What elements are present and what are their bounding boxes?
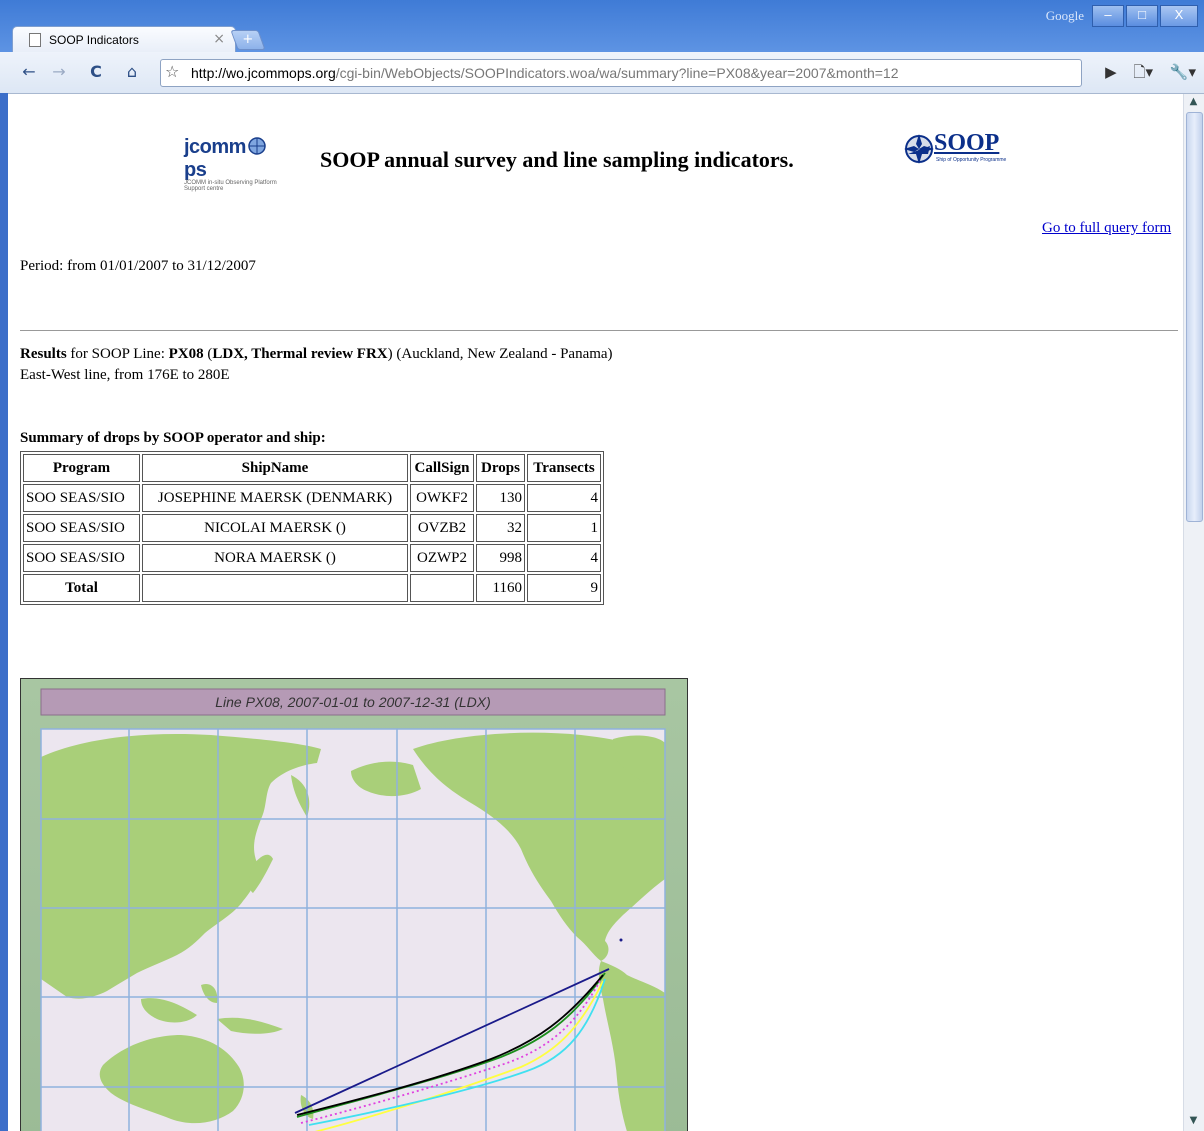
page-content: jcommps JCOMM in-situ Observing Platform…: [8, 94, 1184, 1131]
line-map-figure: Line PX08, 2007-01-01 to 2007-12-31 (LDX…: [20, 678, 688, 1131]
cell-drops: 32: [476, 514, 525, 542]
results-label: Results: [20, 346, 67, 362]
window-controls: – □ X: [1090, 5, 1198, 27]
jcomm-logo-text-end: ps: [184, 159, 207, 181]
cell-program: SOO SEAS/SIO: [23, 514, 140, 542]
star-icon[interactable]: ☆: [165, 62, 179, 81]
table-row: SOO SEAS/SIO JOSEPHINE MAERSK (DENMARK) …: [23, 484, 601, 512]
period-text: Period: from 01/01/2007 to 31/12/2007: [20, 258, 256, 274]
cell-transects: 1: [527, 514, 601, 542]
cell-ship: NICOLAI MAERSK (): [142, 514, 408, 542]
tab-soop-indicators[interactable]: SOOP Indicators ×: [12, 26, 236, 53]
results-label-rest: for SOOP Line:: [66, 346, 169, 362]
home-button[interactable]: ⌂: [120, 60, 144, 84]
cell-ship: JOSEPHINE MAERSK (DENMARK): [142, 484, 408, 512]
cell-callsign: OWKF2: [410, 484, 474, 512]
url-host: http://wo.jcommops.org: [191, 65, 336, 81]
cell-callsign: OZWP2: [410, 544, 474, 572]
cell-empty: [142, 574, 408, 602]
jcomm-logo-text: jcomm: [184, 136, 246, 158]
scroll-up-icon[interactable]: ▲: [1186, 96, 1201, 110]
scroll-thumb[interactable]: [1186, 112, 1203, 522]
summary-title: Summary of drops by SOOP operator and sh…: [20, 430, 326, 446]
forward-button[interactable]: →: [48, 60, 70, 84]
col-shipname: ShipName: [142, 454, 408, 482]
table-header-row: Program ShipName CallSign Drops Transect…: [23, 454, 601, 482]
divider: [20, 330, 1178, 331]
cell-transects: 4: [527, 544, 601, 572]
toolbar-right-buttons: ▶ 🗋▾ 🔧▾: [1093, 62, 1196, 87]
go-icon[interactable]: ▶: [1105, 63, 1117, 81]
col-program: Program: [23, 454, 140, 482]
url-text[interactable]: http://wo.jcommops.org/cgi-bin/WebObject…: [191, 65, 899, 81]
tab-title: SOOP Indicators: [49, 33, 139, 47]
address-bar[interactable]: ☆ http://wo.jcommops.org/cgi-bin/WebObje…: [160, 59, 1082, 87]
page-header: jcommps JCOMM in-situ Observing Platform…: [8, 124, 1178, 192]
cell-drops: 130: [476, 484, 525, 512]
results-block: Results for SOOP Line: PX08 (LDX, Therma…: [20, 344, 613, 386]
table-row: SOO SEAS/SIO NICOLAI MAERSK () OVZB2 32 …: [23, 514, 601, 542]
table-total-row: Total 1160 9: [23, 574, 601, 602]
cell-program: SOO SEAS/SIO: [23, 544, 140, 572]
summary-table: Program ShipName CallSign Drops Transect…: [20, 451, 604, 605]
globe-icon: [248, 137, 266, 155]
col-drops: Drops: [476, 454, 525, 482]
page-menu-icon[interactable]: 🗋▾: [1133, 63, 1153, 81]
soop-logo-text: SOOP: [934, 130, 1000, 156]
browser-chrome: Google – □ X SOOP Indicators × + ← → C ⌂…: [0, 0, 1204, 94]
cell-empty: [410, 574, 474, 602]
line-route: (Auckland, New Zealand - Panama): [392, 346, 613, 362]
cell-total-drops: 1160: [476, 574, 525, 602]
cell-callsign: OVZB2: [410, 514, 474, 542]
line-direction: East-West line, from 176E to 280E: [20, 367, 230, 383]
wrench-menu-icon[interactable]: 🔧▾: [1170, 63, 1196, 81]
cell-total-label: Total: [23, 574, 140, 602]
minimize-button[interactable]: –: [1092, 5, 1124, 27]
maximize-button[interactable]: □: [1126, 5, 1158, 27]
col-callsign: CallSign: [410, 454, 474, 482]
cell-drops: 998: [476, 544, 525, 572]
back-button[interactable]: ←: [18, 60, 40, 84]
url-path: /cgi-bin/WebObjects/SOOPIndicators.woa/w…: [335, 65, 899, 81]
results-line: Results for SOOP Line: PX08 (LDX, Therma…: [20, 344, 613, 365]
col-transects: Transects: [527, 454, 601, 482]
reload-button[interactable]: C: [84, 60, 108, 84]
line-modes: LDX, Thermal review FRX: [212, 346, 388, 362]
table-row: SOO SEAS/SIO NORA MAERSK () OZWP2 998 4: [23, 544, 601, 572]
cell-total-transects: 9: [527, 574, 601, 602]
browser-brand: Google: [1045, 8, 1084, 23]
soop-logo: SOOP Ship of Opportunity Programme: [902, 130, 1012, 170]
line-code: PX08: [168, 346, 204, 362]
page-icon: [29, 33, 41, 47]
line-map: Line PX08, 2007-01-01 to 2007-12-31 (LDX…: [40, 688, 666, 1131]
scroll-down-icon[interactable]: ▼: [1186, 1115, 1201, 1129]
soop-logo-sub: Ship of Opportunity Programme: [936, 157, 1007, 163]
plus-icon: +: [242, 32, 254, 47]
window-left-border: [0, 93, 8, 1131]
cell-ship: NORA MAERSK (): [142, 544, 408, 572]
map-title: Line PX08, 2007-01-01 to 2007-12-31 (LDX…: [215, 694, 491, 710]
jcomm-logo-sub: JCOMM in-situ Observing Platform Support…: [184, 180, 277, 192]
compass-ship-icon: [904, 134, 934, 164]
page-title: SOOP annual survey and line sampling ind…: [320, 147, 794, 172]
cell-transects: 4: [527, 484, 601, 512]
tab-close-icon[interactable]: ×: [213, 31, 225, 47]
jcommops-logo: jcommps JCOMM in-situ Observing Platform…: [184, 136, 290, 192]
title-bar: Google – □ X: [0, 0, 1204, 27]
full-query-link[interactable]: Go to full query form: [1042, 220, 1171, 237]
cell-program: SOO SEAS/SIO: [23, 484, 140, 512]
close-window-button[interactable]: X: [1160, 5, 1198, 27]
new-tab-button[interactable]: +: [230, 30, 266, 50]
vertical-scrollbar[interactable]: ▲ ▼: [1183, 94, 1204, 1131]
toolbar: ← → C ⌂ ☆ http://wo.jcommops.org/cgi-bin…: [0, 52, 1204, 94]
